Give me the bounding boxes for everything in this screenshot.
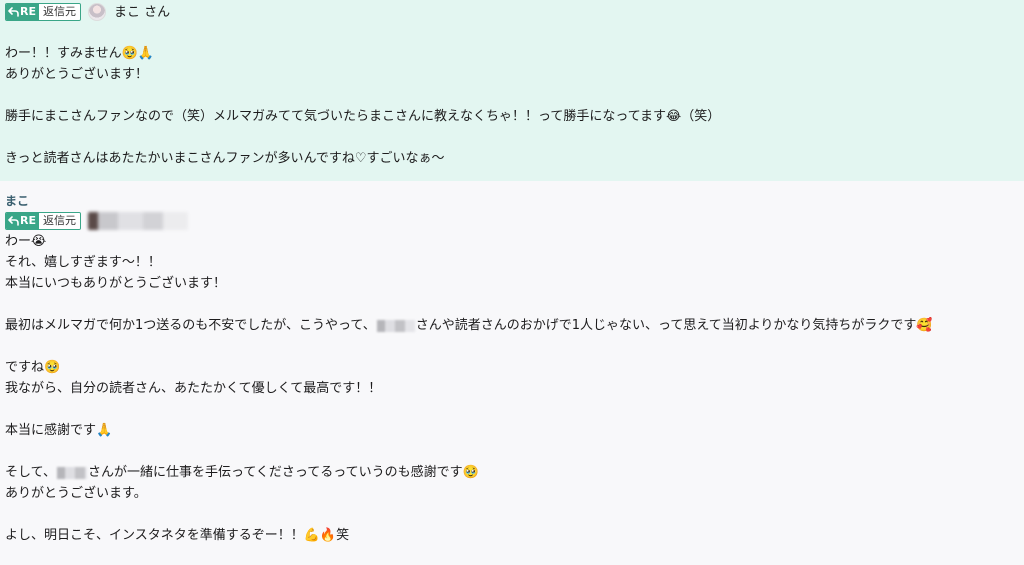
- reply-line: 本当に感謝です🙏: [5, 423, 113, 438]
- reply-message: まこ RE 返信元 わー😭 それ、嬉しすぎます〜！！ 本当にいつもありがとうござ…: [0, 181, 1024, 565]
- quoted-author-name: まこ さん: [113, 4, 171, 20]
- quoted-line: わー！！すみません🥹🙏: [5, 46, 154, 61]
- quoted-line: [5, 127, 1019, 148]
- reply-line: 我ながら、自分の読者さん、あたたかくて優しくて最高です！！: [5, 381, 382, 396]
- reply-arrow-icon: [8, 216, 19, 226]
- sender-name[interactable]: まこ: [5, 191, 1019, 211]
- reply-arrow-label: RE: [6, 4, 39, 20]
- re-text: RE: [20, 214, 36, 227]
- reply-line: ですね🥹: [5, 360, 61, 375]
- reply-line: 本当にいつもありがとうございます！: [5, 276, 227, 291]
- quoted-message: RE 返信元 まこ さん わー！！すみません🥹🙏 ありがとうございます！ 勝手に…: [0, 0, 1024, 181]
- reply-line-text: さんが一緒に仕事を手伝ってくださってるっていうのも感謝です🥹: [87, 465, 479, 480]
- reply-line: わー😭: [5, 234, 47, 249]
- reply-source-badge[interactable]: RE 返信元: [5, 3, 81, 21]
- reply-line: そして、 さんが一緒に仕事を手伝ってくださってるっていうのも感謝です🥹: [5, 462, 1019, 483]
- avatar[interactable]: [87, 3, 106, 21]
- redacted-name: [376, 319, 415, 332]
- re-text: RE: [20, 5, 36, 18]
- reply-line-text: 最初はメルマガで何か1つ送るのも不安でしたが、こうやって、: [5, 318, 376, 333]
- quoted-line: [5, 22, 1019, 43]
- quoted-line: 勝手にまこさんファンなので（笑）メルマガみてて気づいたらまこさんに教えなくちゃ！…: [5, 109, 721, 124]
- reply-line: 最初はメルマガで何か1つ送るのも不安でしたが、こうやって、 さんや読者さんのおかげ…: [5, 315, 1019, 336]
- reply-arrow-label: RE: [6, 213, 39, 229]
- reply-source-badge[interactable]: RE 返信元: [5, 212, 81, 230]
- reply-body: わー😭 それ、嬉しすぎます〜！！ 本当にいつもありがとうございます！ 最初はメル…: [5, 231, 1019, 546]
- redacted-name: [56, 466, 87, 479]
- quoted-body: わー！！すみません🥹🙏 ありがとうございます！ 勝手にまこさんファンなので（笑）…: [5, 22, 1019, 169]
- reply-line-text: さんや読者さんのおかげで1人じゃない、って思えて当初よりかなり気持ちがラクです🥰: [415, 318, 933, 333]
- reply-line: ありがとうございます。: [5, 486, 147, 501]
- reply-arrow-icon: [8, 7, 19, 17]
- redacted-name-image: [87, 212, 188, 230]
- quoted-line: きっと読者さんはあたたかいまこさんファンが多いんですね♡すごいなぁ〜: [5, 151, 445, 166]
- source-text: 返信元: [38, 4, 80, 20]
- quoted-line: ありがとうございます！: [5, 67, 149, 82]
- quoted-line: [5, 85, 1019, 106]
- reply-line: よし、明日こそ、インスタネタを準備するぞー！！💪🔥笑: [5, 528, 350, 543]
- reply-line-text: そして、: [5, 465, 56, 480]
- quoted-header: RE 返信元 まこ さん: [5, 2, 1019, 22]
- reply-line: それ、嬉しすぎます〜！！: [5, 255, 161, 270]
- reply-header: RE 返信元: [5, 211, 1019, 231]
- source-text: 返信元: [38, 213, 80, 229]
